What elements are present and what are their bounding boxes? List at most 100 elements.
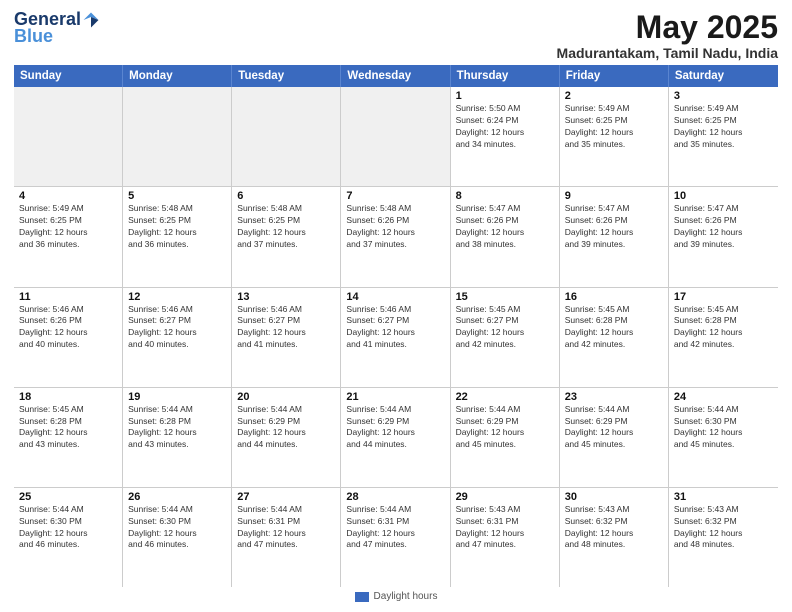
calendar-cell: [341, 87, 450, 186]
logo-icon: [82, 11, 100, 29]
day-info: Sunrise: 5:44 AM Sunset: 6:29 PM Dayligh…: [456, 404, 554, 452]
page: General Blue May 2025 Madurantakam, Tami…: [0, 0, 792, 612]
header: General Blue May 2025 Madurantakam, Tami…: [14, 10, 778, 61]
day-number: 18: [19, 391, 117, 403]
weekday-header: Thursday: [451, 65, 560, 87]
day-number: 3: [674, 90, 773, 102]
day-number: 17: [674, 291, 773, 303]
calendar-cell: 10Sunrise: 5:47 AM Sunset: 6:26 PM Dayli…: [669, 187, 778, 286]
weekday-header: Monday: [123, 65, 232, 87]
day-info: Sunrise: 5:44 AM Sunset: 6:28 PM Dayligh…: [128, 404, 226, 452]
calendar-cell: 23Sunrise: 5:44 AM Sunset: 6:29 PM Dayli…: [560, 388, 669, 487]
calendar-cell: 24Sunrise: 5:44 AM Sunset: 6:30 PM Dayli…: [669, 388, 778, 487]
day-info: Sunrise: 5:44 AM Sunset: 6:31 PM Dayligh…: [237, 504, 335, 552]
day-number: 24: [674, 391, 773, 403]
weekday-header: Saturday: [669, 65, 778, 87]
day-number: 4: [19, 190, 117, 202]
calendar-cell: 27Sunrise: 5:44 AM Sunset: 6:31 PM Dayli…: [232, 488, 341, 587]
day-info: Sunrise: 5:47 AM Sunset: 6:26 PM Dayligh…: [565, 203, 663, 251]
day-number: 12: [128, 291, 226, 303]
day-info: Sunrise: 5:50 AM Sunset: 6:24 PM Dayligh…: [456, 103, 554, 151]
day-number: 2: [565, 90, 663, 102]
day-number: 5: [128, 190, 226, 202]
calendar-cell: 28Sunrise: 5:44 AM Sunset: 6:31 PM Dayli…: [341, 488, 450, 587]
calendar-cell: 20Sunrise: 5:44 AM Sunset: 6:29 PM Dayli…: [232, 388, 341, 487]
day-info: Sunrise: 5:49 AM Sunset: 6:25 PM Dayligh…: [674, 103, 773, 151]
calendar-cell: 21Sunrise: 5:44 AM Sunset: 6:29 PM Dayli…: [341, 388, 450, 487]
month-title: May 2025: [557, 10, 778, 45]
day-number: 28: [346, 491, 444, 503]
calendar-cell: 17Sunrise: 5:45 AM Sunset: 6:28 PM Dayli…: [669, 288, 778, 387]
calendar-cell: 7Sunrise: 5:48 AM Sunset: 6:26 PM Daylig…: [341, 187, 450, 286]
day-info: Sunrise: 5:45 AM Sunset: 6:28 PM Dayligh…: [565, 304, 663, 352]
day-info: Sunrise: 5:46 AM Sunset: 6:27 PM Dayligh…: [128, 304, 226, 352]
day-info: Sunrise: 5:48 AM Sunset: 6:25 PM Dayligh…: [128, 203, 226, 251]
calendar-cell: 11Sunrise: 5:46 AM Sunset: 6:26 PM Dayli…: [14, 288, 123, 387]
day-info: Sunrise: 5:45 AM Sunset: 6:28 PM Dayligh…: [19, 404, 117, 452]
day-info: Sunrise: 5:45 AM Sunset: 6:28 PM Dayligh…: [674, 304, 773, 352]
day-number: 9: [565, 190, 663, 202]
calendar-week-row: 11Sunrise: 5:46 AM Sunset: 6:26 PM Dayli…: [14, 288, 778, 388]
day-number: 29: [456, 491, 554, 503]
weekday-header: Wednesday: [341, 65, 450, 87]
day-number: 21: [346, 391, 444, 403]
day-info: Sunrise: 5:43 AM Sunset: 6:31 PM Dayligh…: [456, 504, 554, 552]
day-number: 20: [237, 391, 335, 403]
day-info: Sunrise: 5:49 AM Sunset: 6:25 PM Dayligh…: [565, 103, 663, 151]
calendar-cell: 15Sunrise: 5:45 AM Sunset: 6:27 PM Dayli…: [451, 288, 560, 387]
calendar-cell: 9Sunrise: 5:47 AM Sunset: 6:26 PM Daylig…: [560, 187, 669, 286]
calendar-cell: 2Sunrise: 5:49 AM Sunset: 6:25 PM Daylig…: [560, 87, 669, 186]
day-number: 14: [346, 291, 444, 303]
calendar-cell: 18Sunrise: 5:45 AM Sunset: 6:28 PM Dayli…: [14, 388, 123, 487]
calendar-cell: 1Sunrise: 5:50 AM Sunset: 6:24 PM Daylig…: [451, 87, 560, 186]
footer: Daylight hours: [14, 587, 778, 602]
day-info: Sunrise: 5:43 AM Sunset: 6:32 PM Dayligh…: [674, 504, 773, 552]
day-info: Sunrise: 5:49 AM Sunset: 6:25 PM Dayligh…: [19, 203, 117, 251]
day-info: Sunrise: 5:44 AM Sunset: 6:30 PM Dayligh…: [674, 404, 773, 452]
day-info: Sunrise: 5:47 AM Sunset: 6:26 PM Dayligh…: [674, 203, 773, 251]
day-number: 8: [456, 190, 554, 202]
calendar-cell: 4Sunrise: 5:49 AM Sunset: 6:25 PM Daylig…: [14, 187, 123, 286]
day-number: 1: [456, 90, 554, 102]
calendar-cell: 26Sunrise: 5:44 AM Sunset: 6:30 PM Dayli…: [123, 488, 232, 587]
calendar-week-row: 18Sunrise: 5:45 AM Sunset: 6:28 PM Dayli…: [14, 388, 778, 488]
day-number: 23: [565, 391, 663, 403]
calendar-cell: 12Sunrise: 5:46 AM Sunset: 6:27 PM Dayli…: [123, 288, 232, 387]
day-number: 30: [565, 491, 663, 503]
day-info: Sunrise: 5:47 AM Sunset: 6:26 PM Dayligh…: [456, 203, 554, 251]
daylight-label: Daylight hours: [374, 591, 438, 602]
calendar-cell: 25Sunrise: 5:44 AM Sunset: 6:30 PM Dayli…: [14, 488, 123, 587]
title-block: May 2025 Madurantakam, Tamil Nadu, India: [557, 10, 778, 61]
calendar-header: SundayMondayTuesdayWednesdayThursdayFrid…: [14, 65, 778, 87]
day-info: Sunrise: 5:44 AM Sunset: 6:30 PM Dayligh…: [128, 504, 226, 552]
day-number: 25: [19, 491, 117, 503]
weekday-header: Sunday: [14, 65, 123, 87]
day-info: Sunrise: 5:48 AM Sunset: 6:25 PM Dayligh…: [237, 203, 335, 251]
calendar-week-row: 4Sunrise: 5:49 AM Sunset: 6:25 PM Daylig…: [14, 187, 778, 287]
calendar-cell: 30Sunrise: 5:43 AM Sunset: 6:32 PM Dayli…: [560, 488, 669, 587]
day-number: 31: [674, 491, 773, 503]
day-info: Sunrise: 5:44 AM Sunset: 6:31 PM Dayligh…: [346, 504, 444, 552]
day-number: 11: [19, 291, 117, 303]
calendar-cell: 13Sunrise: 5:46 AM Sunset: 6:27 PM Dayli…: [232, 288, 341, 387]
logo: General Blue: [14, 10, 100, 47]
calendar-cell: [232, 87, 341, 186]
location: Madurantakam, Tamil Nadu, India: [557, 45, 778, 61]
weekday-header: Tuesday: [232, 65, 341, 87]
calendar-cell: 14Sunrise: 5:46 AM Sunset: 6:27 PM Dayli…: [341, 288, 450, 387]
day-number: 19: [128, 391, 226, 403]
day-number: 13: [237, 291, 335, 303]
calendar-cell: 8Sunrise: 5:47 AM Sunset: 6:26 PM Daylig…: [451, 187, 560, 286]
day-info: Sunrise: 5:46 AM Sunset: 6:27 PM Dayligh…: [346, 304, 444, 352]
calendar-cell: [123, 87, 232, 186]
day-number: 16: [565, 291, 663, 303]
weekday-header: Friday: [560, 65, 669, 87]
day-info: Sunrise: 5:46 AM Sunset: 6:26 PM Dayligh…: [19, 304, 117, 352]
calendar-cell: [14, 87, 123, 186]
calendar-cell: 22Sunrise: 5:44 AM Sunset: 6:29 PM Dayli…: [451, 388, 560, 487]
day-number: 15: [456, 291, 554, 303]
day-info: Sunrise: 5:44 AM Sunset: 6:29 PM Dayligh…: [346, 404, 444, 452]
calendar-cell: 3Sunrise: 5:49 AM Sunset: 6:25 PM Daylig…: [669, 87, 778, 186]
day-number: 7: [346, 190, 444, 202]
day-number: 26: [128, 491, 226, 503]
